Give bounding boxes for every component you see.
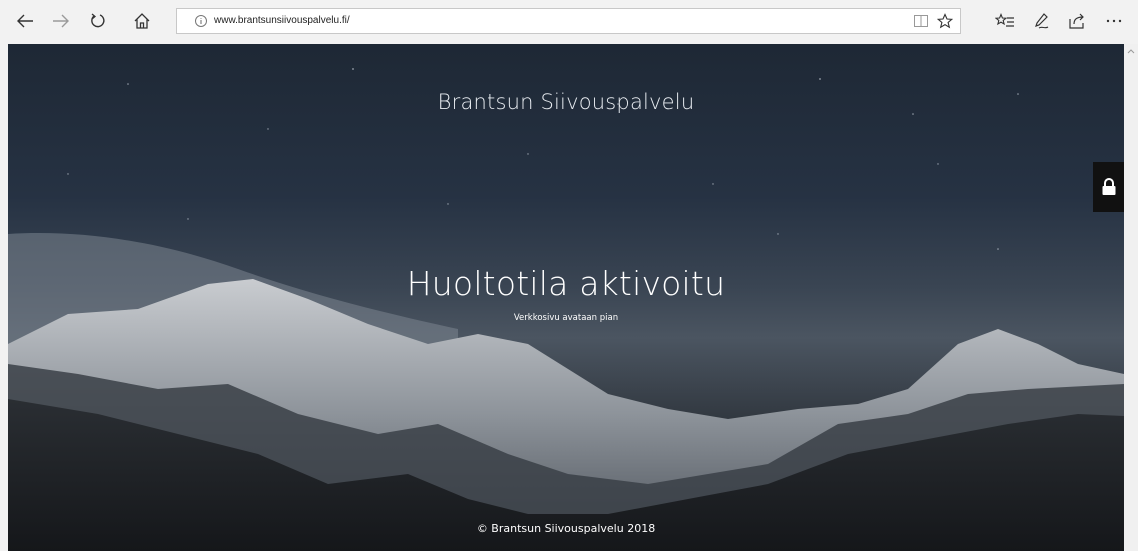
arrow-left-icon (17, 14, 33, 28)
favorites-list-icon (995, 13, 1014, 27)
back-button[interactable] (11, 8, 39, 34)
login-tab[interactable] (1093, 162, 1125, 212)
home-button[interactable] (128, 8, 156, 34)
info-icon (195, 15, 207, 27)
chevron-up-icon (1127, 49, 1135, 54)
arrow-right-icon (53, 14, 69, 28)
star-icon[interactable] (937, 13, 953, 29)
maintenance-subline: Verkkosivu avataan pian (513, 313, 619, 323)
footer-copyright: © Brantsun Siivouspalvelu 2018 (476, 522, 656, 535)
vertical-scrollbar[interactable] (1124, 44, 1138, 551)
more-button[interactable] (1100, 8, 1128, 34)
favorites-hub-button[interactable] (991, 8, 1019, 34)
site-title: Brantsun Siivouspalvelu (437, 90, 695, 114)
home-icon (134, 13, 150, 29)
forward-button[interactable] (47, 8, 75, 34)
refresh-button[interactable] (84, 8, 112, 34)
maintenance-headline: Huoltotila aktivoitu (406, 264, 726, 303)
url-text[interactable]: www.brantsunsiivouspalvelu.fi/ (214, 14, 350, 28)
lock-icon (1102, 178, 1116, 195)
share-button[interactable] (1063, 8, 1091, 34)
share-icon (1069, 13, 1084, 29)
notes-button[interactable] (1028, 8, 1056, 34)
reading-view-icon[interactable] (913, 14, 929, 28)
browser-toolbar: www.brantsunsiivouspalvelu.fi/ (0, 0, 1138, 44)
pen-icon (1035, 13, 1049, 29)
address-bar[interactable]: www.brantsunsiivouspalvelu.fi/ (176, 8, 961, 34)
more-icon (1106, 19, 1122, 23)
refresh-icon (91, 13, 105, 28)
page-viewport: Brantsun Siivouspalvelu Huoltotila aktiv… (8, 44, 1124, 551)
scroll-up-button[interactable] (1124, 44, 1138, 58)
